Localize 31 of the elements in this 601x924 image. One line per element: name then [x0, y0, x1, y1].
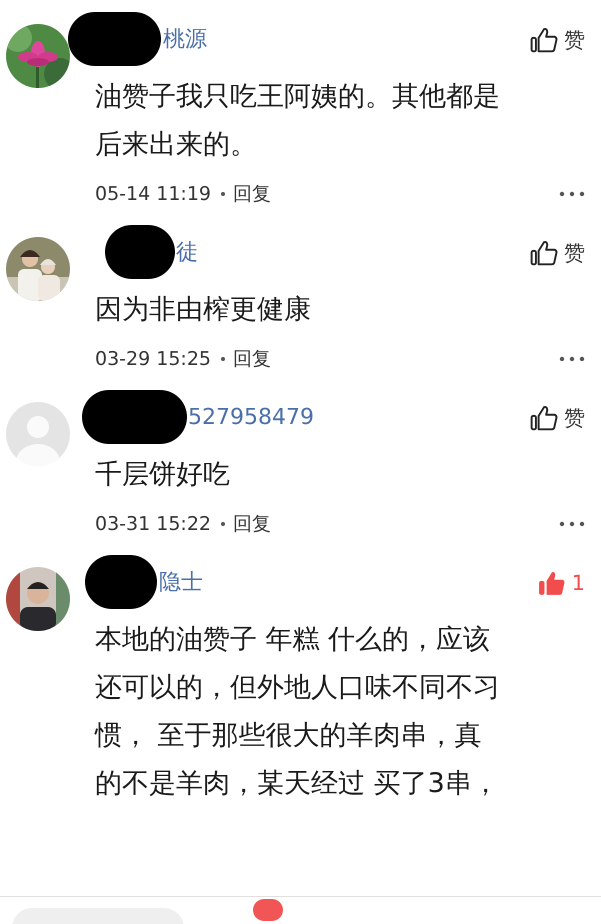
separator-dot-icon	[221, 357, 226, 361]
separator-dot-icon	[221, 192, 226, 196]
redaction-mark	[85, 555, 157, 609]
comment-text: 因为非由榨更健康	[95, 293, 312, 327]
thumbs-up-icon	[530, 27, 558, 53]
username[interactable]: 徒	[176, 238, 198, 268]
notification-badge	[253, 899, 283, 921]
more-icon[interactable]	[559, 521, 585, 527]
more-icon[interactable]	[559, 356, 585, 362]
like-button[interactable]: 赞	[530, 404, 585, 432]
username[interactable]: 隐士	[159, 568, 203, 598]
reply-link[interactable]: 回复	[233, 511, 272, 537]
like-button[interactable]: 1	[538, 570, 585, 596]
like-button[interactable]: 赞	[530, 239, 585, 267]
comment-text: 千层饼好吃	[95, 458, 231, 492]
comment-text: 油赞子我只吃王阿姨的。其他都是 后来出来的。	[95, 80, 501, 162]
comment-time: 03-29 15:25	[95, 348, 212, 370]
like-button[interactable]: 赞	[530, 26, 585, 54]
redaction-mark	[105, 225, 175, 279]
comment-time: 03-31 15:22	[95, 513, 212, 535]
comment-text: 本地的油赞子 年糕 什么的，应该 还可以的，但外地人口味不同不习 惯， 至于那些很大的羊肉串，真 的不是羊肉，某天经过 买了3串，	[95, 623, 501, 801]
username[interactable]: 桃源	[163, 25, 207, 55]
reply-link[interactable]: 回复	[233, 181, 272, 207]
thumbs-up-icon	[530, 240, 558, 266]
username[interactable]: 527958479	[188, 403, 314, 433]
reply-link[interactable]: 回复	[233, 346, 272, 372]
comment-time: 05-14 11:19	[95, 183, 212, 205]
more-icon[interactable]	[559, 191, 585, 197]
separator-dot-icon	[221, 522, 226, 526]
thumbs-up-icon	[530, 405, 558, 431]
thumbs-up-icon	[538, 570, 566, 596]
